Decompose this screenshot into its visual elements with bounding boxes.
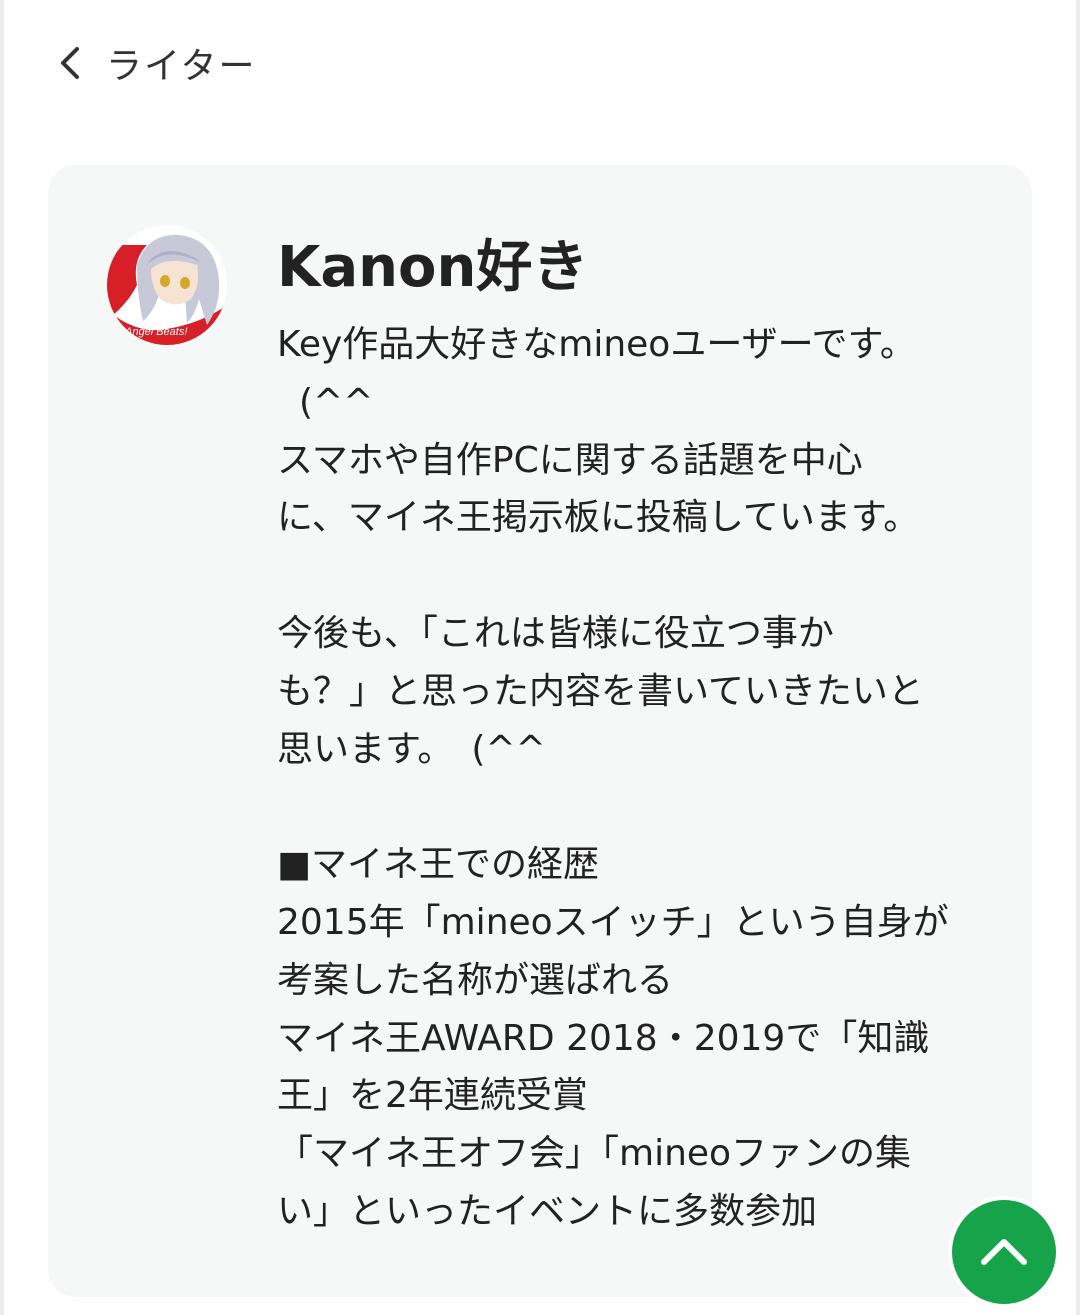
bio-line: も？」と思った内容を書いていきたいと <box>277 670 924 712</box>
back-navigation[interactable]: ライター <box>52 28 257 98</box>
chevron-up-icon <box>981 1239 1027 1265</box>
writer-name: Kanon好き <box>277 235 589 300</box>
bio-line: スマホや自作PCに関する話題を中心 <box>277 439 863 481</box>
page-edge-right <box>1076 0 1080 1315</box>
bio-line: (^^ <box>299 381 374 423</box>
bio-line: マイネ王AWARD 2018・2019で「知識 <box>277 1017 930 1059</box>
bio-line: 思います。 (^^ <box>277 728 546 770</box>
avatar: Angel Beats! <box>107 225 227 345</box>
scroll-to-top-button[interactable] <box>948 1196 1060 1308</box>
bio-line: 王」を2年連続受賞 <box>277 1075 588 1117</box>
writer-profile-page: ライター Angel Beats! Kanon好き Key作品大好きなmineo… <box>0 0 1080 1315</box>
bio-line: 今後も、「これは皆様に役立つ事か <box>277 612 834 654</box>
bio-line: 「マイネ王オフ会」「mineoファンの集 <box>277 1133 912 1175</box>
bio-blank-line <box>277 547 977 605</box>
bio-line: 考案した名称が選ばれる <box>277 959 674 1001</box>
scroll-to-top-circle[interactable] <box>952 1200 1056 1304</box>
page-edge-left <box>0 0 4 1315</box>
chevron-left-icon[interactable] <box>52 44 90 82</box>
bio-line: 2015年「mineoスイッチ」という自身が <box>277 901 949 943</box>
bio-line: に、マイネ王掲示板に投稿しています。 <box>277 497 920 539</box>
writer-bio: Key作品大好きなmineoユーザーです。 (^^ スマホや自作PCに関する話題… <box>277 316 977 1241</box>
page-title: ライター <box>106 46 257 87</box>
bio-line: い」といったイベントに多数参加 <box>277 1190 818 1232</box>
bio-blank-line <box>277 778 977 836</box>
bio-line: ■マイネ王での経歴 <box>277 844 600 886</box>
bio-line: Key作品大好きなmineoユーザーです。 <box>277 324 916 365</box>
